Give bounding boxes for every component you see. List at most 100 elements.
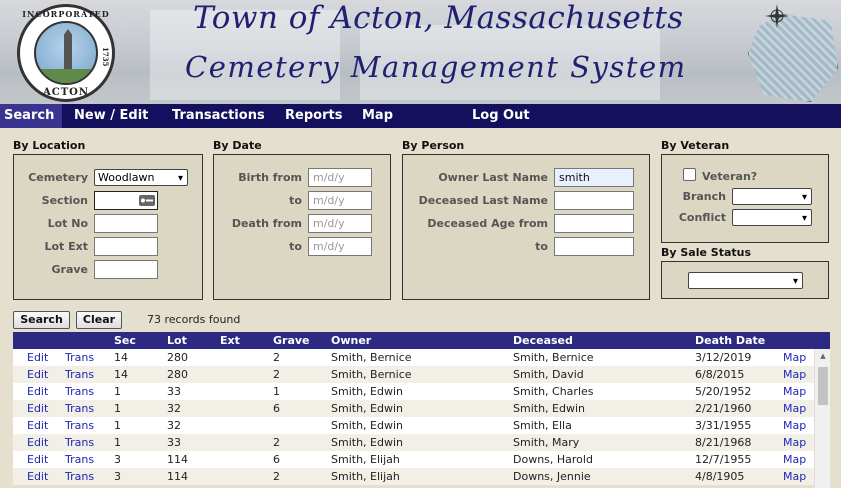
trans-link[interactable]: Trans (65, 349, 94, 366)
column-header-owner[interactable]: Owner (331, 332, 371, 349)
cell-owner: Smith, Edwin (331, 402, 403, 415)
results-table-header: Sec Lot Ext Grave Owner Deceased Death D… (13, 332, 830, 349)
chevron-down-icon: ▾ (792, 276, 798, 287)
conflict-label: Conflict (678, 211, 726, 224)
cell-death-date: 3/31/1955 (695, 419, 752, 432)
table-row: Edit Trans 1 33 2 Smith, Edwin Smith, Mary 8/21… (13, 434, 814, 451)
site-header: INCORPORATED 1735 ACTON Town of Acton, M… (0, 0, 841, 104)
owner-last-name-field[interactable] (554, 168, 634, 187)
cell-sec: 1 (114, 436, 121, 449)
trans-link[interactable]: Trans (65, 383, 94, 400)
edit-link[interactable]: Edit (27, 366, 48, 383)
branch-select[interactable]: ▾ (732, 188, 812, 205)
map-link[interactable]: Map (783, 417, 806, 434)
cell-deceased: Downs, Harold (513, 453, 593, 466)
deceased-age-to-label: to (535, 240, 548, 253)
map-link[interactable]: Map (783, 434, 806, 451)
death-to-label: to (289, 240, 302, 253)
nav-new-edit[interactable]: New / Edit (74, 104, 148, 128)
table-row: Edit Trans 1 32 6 Smith, Edwin Smith, Edwin 2/2… (13, 400, 814, 417)
trans-link[interactable]: Trans (65, 400, 94, 417)
scrollbar-thumb[interactable] (818, 367, 828, 405)
column-header-ext[interactable]: Ext (220, 332, 240, 349)
cell-grave: 1 (273, 385, 280, 398)
by-person-heading: By Person (402, 139, 465, 152)
map-link[interactable]: Map (783, 366, 806, 383)
grave-field[interactable] (94, 260, 158, 279)
conflict-select[interactable]: ▾ (732, 209, 812, 226)
autofill-key-icon[interactable] (139, 195, 155, 206)
cell-sec: 3 (114, 453, 121, 466)
veteran-checkbox[interactable] (683, 168, 696, 181)
map-link[interactable]: Map (783, 468, 806, 485)
cemetery-select[interactable]: Woodlawn ▾ (94, 169, 188, 186)
map-link[interactable]: Map (783, 349, 806, 366)
lot-ext-field[interactable] (94, 237, 158, 256)
nav-transactions[interactable]: Transactions (172, 104, 265, 128)
column-header-sec[interactable]: Sec (114, 332, 136, 349)
clear-button[interactable]: Clear (76, 311, 122, 329)
deceased-age-from-field[interactable] (554, 214, 634, 233)
birth-from-label: Birth from (238, 171, 302, 184)
nav-search[interactable]: Search (0, 104, 62, 128)
branch-label: Branch (682, 190, 726, 203)
column-header-grave[interactable]: Grave (273, 332, 310, 349)
chevron-down-icon: ▾ (177, 173, 183, 184)
trans-link[interactable]: Trans (65, 366, 94, 383)
cell-deceased: Downs, Jennie (513, 470, 591, 483)
table-row: Edit Trans 14 280 2 Smith, Bernice Smith, Davi… (13, 366, 814, 383)
table-row: Edit Trans 3 114 6 Smith, Elijah Downs, Harold… (13, 451, 814, 468)
cell-sec: 1 (114, 419, 121, 432)
map-link[interactable]: Map (783, 383, 806, 400)
edit-link[interactable]: Edit (27, 383, 48, 400)
table-row: Edit Trans 14 280 2 Smith, Bernice Smith, Bern… (13, 349, 814, 366)
cell-deceased: Smith, Edwin (513, 402, 585, 415)
by-location-heading: By Location (13, 139, 86, 152)
cell-sec: 1 (114, 402, 121, 415)
trans-link[interactable]: Trans (65, 468, 94, 485)
trans-link[interactable]: Trans (65, 417, 94, 434)
cell-deceased: Smith, David (513, 368, 584, 381)
cell-sec: 1 (114, 385, 121, 398)
scroll-up-arrow-icon[interactable]: ▲ (815, 349, 831, 363)
edit-link[interactable]: Edit (27, 417, 48, 434)
map-link[interactable]: Map (783, 400, 806, 417)
death-to-field[interactable] (308, 237, 372, 256)
nav-reports[interactable]: Reports (285, 104, 342, 128)
cell-lot: 33 (167, 385, 181, 398)
cell-deceased: Smith, Charles (513, 385, 594, 398)
deceased-last-name-field[interactable] (554, 191, 634, 210)
cell-owner: Smith, Bernice (331, 368, 412, 381)
deceased-age-to-field[interactable] (554, 237, 634, 256)
birth-to-field[interactable] (308, 191, 372, 210)
trans-link[interactable]: Trans (65, 434, 94, 451)
cell-death-date: 4/8/1905 (695, 470, 745, 483)
death-from-field[interactable] (308, 214, 372, 233)
lot-no-field[interactable] (94, 214, 158, 233)
sale-status-select[interactable]: ▾ (688, 272, 803, 289)
cell-owner: Smith, Elijah (331, 470, 400, 483)
lot-ext-label: Lot Ext (44, 240, 88, 253)
cell-death-date: 2/21/1960 (695, 402, 752, 415)
seal-year: 1735 (101, 47, 110, 67)
edit-link[interactable]: Edit (27, 400, 48, 417)
trans-link[interactable]: Trans (65, 451, 94, 468)
column-header-death-date[interactable]: Death Date (695, 332, 765, 349)
by-date-heading: By Date (213, 139, 262, 152)
column-header-lot[interactable]: Lot (167, 332, 187, 349)
edit-link[interactable]: Edit (27, 451, 48, 468)
edit-link[interactable]: Edit (27, 349, 48, 366)
nav-map[interactable]: Map (362, 104, 393, 128)
birth-from-field[interactable] (308, 168, 372, 187)
by-sale-status-heading: By Sale Status (661, 246, 752, 259)
nav-log-out[interactable]: Log Out (472, 104, 530, 128)
cell-sec: 14 (114, 351, 128, 364)
cemetery-label: Cemetery (28, 171, 88, 184)
map-link[interactable]: Map (783, 451, 806, 468)
column-header-deceased[interactable]: Deceased (513, 332, 573, 349)
search-button[interactable]: Search (13, 311, 70, 329)
results-scrollbar[interactable]: ▲ (814, 349, 830, 488)
edit-link[interactable]: Edit (27, 434, 48, 451)
edit-link[interactable]: Edit (27, 468, 48, 485)
by-veteran-heading: By Veteran (661, 139, 730, 152)
